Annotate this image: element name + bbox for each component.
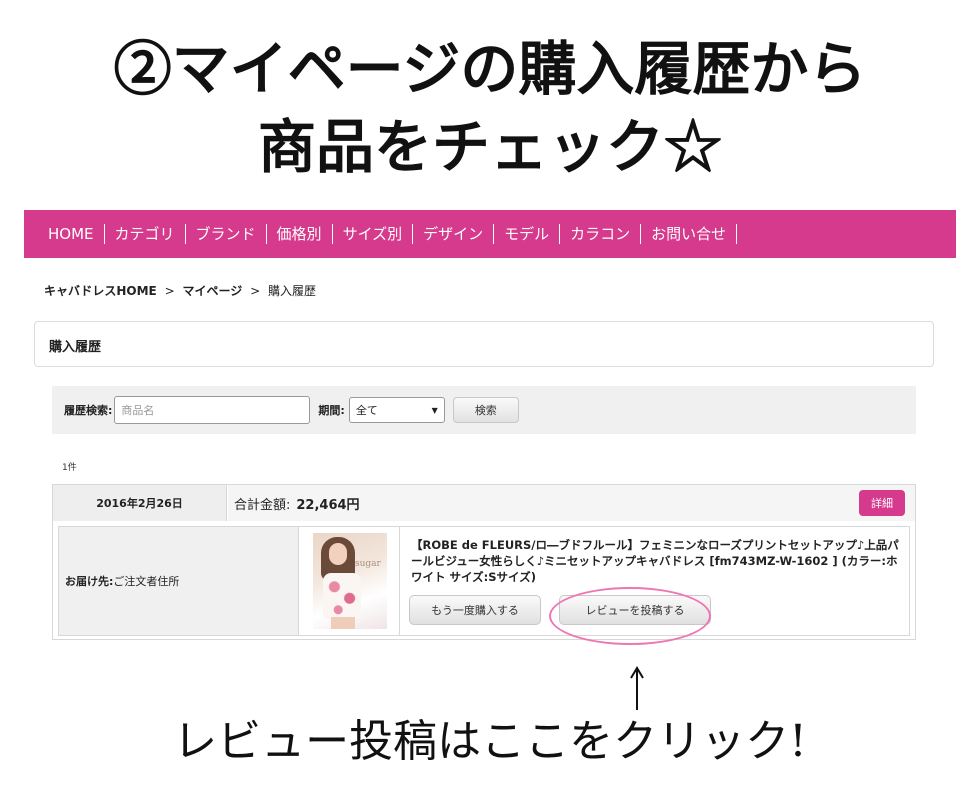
instruction-caption: レビュー投稿はここをクリック! [173, 716, 807, 767]
headline-line-1: ②マイページの購入履歴から [113, 35, 867, 103]
history-search-bar: 履歴検索: 期間: 全て ▼ 検索 [52, 386, 916, 434]
period-select[interactable]: 全て ▼ [348, 397, 445, 423]
product-description[interactable]: 【ROBE de FLEURS/ロ―ブドフルール】フェミニンなローズプリントセッ… [411, 537, 901, 585]
nav-item-price[interactable]: 価格別 [267, 224, 333, 244]
period-select-value: 全て [355, 404, 378, 417]
up-arrow-icon [630, 666, 644, 710]
page-title: 購入履歴 [34, 321, 934, 367]
result-count: 1件 [62, 463, 77, 473]
search-button[interactable]: 検索 [452, 397, 519, 423]
order-header: 2016年2月26日 合計金額: 22,464円 詳細 [53, 485, 915, 521]
breadcrumb: キャバドレスHOME > マイページ > 購入履歴 [44, 282, 316, 299]
shipping-value: ご注文者住所 [113, 575, 180, 588]
thumbnail-brand-text: sugar [355, 559, 381, 569]
shipping-label: お届け先: [65, 575, 114, 588]
nav-item-size[interactable]: サイズ別 [333, 224, 414, 244]
order-total: 合計金額: 22,464円 詳細 [228, 485, 915, 521]
search-label: 履歴検索: [64, 404, 113, 417]
breadcrumb-mypage[interactable]: マイページ [182, 284, 242, 298]
nav-item-model[interactable]: モデル [494, 224, 561, 244]
product-thumbnail[interactable]: sugar [313, 533, 387, 629]
rebuy-button[interactable]: もう一度購入する [409, 595, 541, 625]
detail-button[interactable]: 詳細 [859, 490, 905, 516]
breadcrumb-home[interactable]: キャバドレスHOME [44, 284, 157, 298]
period-label: 期間: [318, 404, 345, 417]
nav-item-design[interactable]: デザイン [413, 224, 495, 244]
nav-item-contact[interactable]: お問い合せ [641, 224, 738, 244]
chevron-down-icon: ▼ [431, 405, 438, 415]
search-input[interactable] [114, 396, 311, 424]
order-history-table: 2016年2月26日 合計金額: 22,464円 詳細 お届け先: ご注文者住所… [52, 484, 916, 640]
nav-item-colorcon[interactable]: カラコン [560, 224, 642, 244]
shipping-destination: お届け先: ご注文者住所 [59, 527, 299, 635]
headline-line-2: 商品をチェック☆ [257, 113, 722, 181]
order-item-row: お届け先: ご注文者住所 sugar 【ROBE de FLEURS/ロ―ブドフ… [58, 526, 910, 636]
breadcrumb-separator: > [250, 284, 261, 298]
nav-item-brand[interactable]: ブランド [186, 224, 267, 244]
highlight-ring [549, 587, 711, 645]
breadcrumb-current: 購入履歴 [267, 284, 316, 298]
main-nav: HOME カテゴリ ブランド 価格別 サイズ別 デザイン モデル カラコン お問… [24, 210, 956, 258]
order-total-value: 22,464円 [296, 497, 360, 513]
order-total-label: 合計金額: [234, 497, 291, 513]
product-thumbnail-cell: sugar [300, 527, 400, 635]
nav-item-category[interactable]: カテゴリ [105, 224, 186, 244]
order-date: 2016年2月26日 [53, 485, 227, 521]
breadcrumb-separator: > [164, 284, 175, 298]
nav-item-home[interactable]: HOME [38, 224, 105, 244]
